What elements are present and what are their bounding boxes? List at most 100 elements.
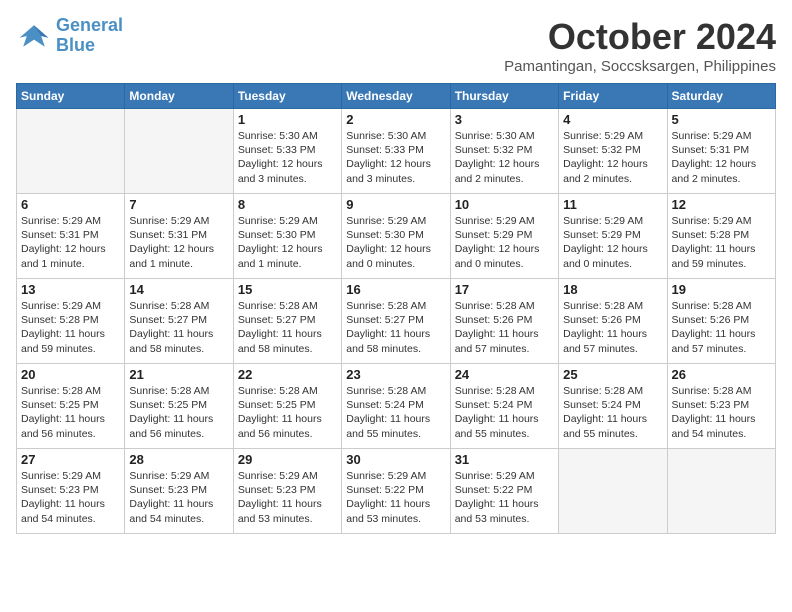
calendar-cell: 12 Sunrise: 5:29 AM Sunset: 5:28 PM Dayli…	[667, 194, 775, 279]
weekday-header-thursday: Thursday	[450, 84, 558, 109]
day-number: 28	[129, 452, 228, 467]
logo-bird-icon	[16, 21, 52, 51]
logo-text: General Blue	[56, 16, 123, 56]
cell-info: Sunrise: 5:28 AM Sunset: 5:26 PM Dayligh…	[563, 299, 662, 356]
calendar-cell: 14 Sunrise: 5:28 AM Sunset: 5:27 PM Dayli…	[125, 279, 233, 364]
day-number: 21	[129, 367, 228, 382]
day-number: 26	[672, 367, 771, 382]
weekday-header-wednesday: Wednesday	[342, 84, 450, 109]
cell-info: Sunrise: 5:28 AM Sunset: 5:25 PM Dayligh…	[129, 384, 228, 441]
cell-info: Sunrise: 5:28 AM Sunset: 5:25 PM Dayligh…	[21, 384, 120, 441]
day-number: 6	[21, 197, 120, 212]
calendar-cell: 5 Sunrise: 5:29 AM Sunset: 5:31 PM Daylig…	[667, 109, 775, 194]
calendar-cell	[17, 109, 125, 194]
week-row-2: 6 Sunrise: 5:29 AM Sunset: 5:31 PM Daylig…	[17, 194, 776, 279]
title-block: October 2024 Pamantingan, Soccsksargen, …	[504, 16, 776, 75]
cell-info: Sunrise: 5:29 AM Sunset: 5:29 PM Dayligh…	[563, 214, 662, 271]
cell-info: Sunrise: 5:28 AM Sunset: 5:27 PM Dayligh…	[238, 299, 337, 356]
day-number: 24	[455, 367, 554, 382]
weekday-header-friday: Friday	[559, 84, 667, 109]
cell-info: Sunrise: 5:29 AM Sunset: 5:23 PM Dayligh…	[238, 469, 337, 526]
calendar-cell: 7Sunrise: 5:29 AM Sunset: 5:31 PM Daylig…	[125, 194, 233, 279]
day-number: 27	[21, 452, 120, 467]
day-number: 18	[563, 282, 662, 297]
cell-info: Sunrise: 5:29 AM Sunset: 5:31 PM Dayligh…	[672, 129, 771, 186]
calendar-cell: 22Sunrise: 5:28 AM Sunset: 5:25 PM Dayli…	[233, 364, 341, 449]
calendar-cell: 3Sunrise: 5:30 AM Sunset: 5:32 PM Daylig…	[450, 109, 558, 194]
day-number: 29	[238, 452, 337, 467]
cell-info: Sunrise: 5:29 AM Sunset: 5:22 PM Dayligh…	[455, 469, 554, 526]
day-number: 30	[346, 452, 445, 467]
calendar-cell: 25 Sunrise: 5:28 AM Sunset: 5:24 PM Dayli…	[559, 364, 667, 449]
day-number: 15	[238, 282, 337, 297]
weekday-header-saturday: Saturday	[667, 84, 775, 109]
day-number: 2	[346, 112, 445, 127]
day-number: 12	[672, 197, 771, 212]
day-number: 11	[563, 197, 662, 212]
calendar-table: SundayMondayTuesdayWednesdayThursdayFrid…	[16, 83, 776, 534]
cell-info: Sunrise: 5:30 AM Sunset: 5:33 PM Dayligh…	[238, 129, 337, 186]
calendar-cell: 28 Sunrise: 5:29 AM Sunset: 5:23 PM Dayli…	[125, 449, 233, 534]
day-number: 17	[455, 282, 554, 297]
calendar-cell: 1 Sunrise: 5:30 AM Sunset: 5:33 PM Daylig…	[233, 109, 341, 194]
cell-info: Sunrise: 5:28 AM Sunset: 5:24 PM Dayligh…	[346, 384, 445, 441]
calendar-cell: 30 Sunrise: 5:29 AM Sunset: 5:22 PM Dayli…	[342, 449, 450, 534]
calendar-cell: 18 Sunrise: 5:28 AM Sunset: 5:26 PM Dayli…	[559, 279, 667, 364]
day-number: 1	[238, 112, 337, 127]
day-number: 20	[21, 367, 120, 382]
cell-info: Sunrise: 5:29 AM Sunset: 5:30 PM Dayligh…	[346, 214, 445, 271]
day-number: 31	[455, 452, 554, 467]
cell-info: Sunrise: 5:28 AM Sunset: 5:24 PM Dayligh…	[563, 384, 662, 441]
cell-info: Sunrise: 5:29 AM Sunset: 5:28 PM Dayligh…	[672, 214, 771, 271]
cell-info: Sunrise: 5:29 AM Sunset: 5:23 PM Dayligh…	[129, 469, 228, 526]
weekday-header-monday: Monday	[125, 84, 233, 109]
calendar-cell	[559, 449, 667, 534]
calendar-cell: 19 Sunrise: 5:28 AM Sunset: 5:26 PM Dayli…	[667, 279, 775, 364]
calendar-cell: 24Sunrise: 5:28 AM Sunset: 5:24 PM Dayli…	[450, 364, 558, 449]
calendar-cell: 9 Sunrise: 5:29 AM Sunset: 5:30 PM Daylig…	[342, 194, 450, 279]
cell-info: Sunrise: 5:28 AM Sunset: 5:26 PM Dayligh…	[455, 299, 554, 356]
calendar-cell: 21 Sunrise: 5:28 AM Sunset: 5:25 PM Dayli…	[125, 364, 233, 449]
calendar-cell: 10Sunrise: 5:29 AM Sunset: 5:29 PM Dayli…	[450, 194, 558, 279]
cell-info: Sunrise: 5:28 AM Sunset: 5:25 PM Dayligh…	[238, 384, 337, 441]
calendar-cell: 15 Sunrise: 5:28 AM Sunset: 5:27 PM Dayli…	[233, 279, 341, 364]
cell-info: Sunrise: 5:28 AM Sunset: 5:27 PM Dayligh…	[346, 299, 445, 356]
day-number: 19	[672, 282, 771, 297]
day-number: 13	[21, 282, 120, 297]
day-number: 5	[672, 112, 771, 127]
week-row-3: 13 Sunrise: 5:29 AM Sunset: 5:28 PM Dayli…	[17, 279, 776, 364]
cell-info: Sunrise: 5:29 AM Sunset: 5:31 PM Dayligh…	[21, 214, 120, 271]
day-number: 9	[346, 197, 445, 212]
cell-info: Sunrise: 5:29 AM Sunset: 5:30 PM Dayligh…	[238, 214, 337, 271]
calendar-cell: 8Sunrise: 5:29 AM Sunset: 5:30 PM Daylig…	[233, 194, 341, 279]
calendar-cell	[667, 449, 775, 534]
day-number: 4	[563, 112, 662, 127]
calendar-cell: 31 Sunrise: 5:29 AM Sunset: 5:22 PM Dayli…	[450, 449, 558, 534]
logo-blue: Blue	[56, 35, 95, 55]
calendar-cell: 13 Sunrise: 5:29 AM Sunset: 5:28 PM Dayli…	[17, 279, 125, 364]
calendar-cell: 11 Sunrise: 5:29 AM Sunset: 5:29 PM Dayli…	[559, 194, 667, 279]
cell-info: Sunrise: 5:30 AM Sunset: 5:32 PM Dayligh…	[455, 129, 554, 186]
calendar-cell: 2 Sunrise: 5:30 AM Sunset: 5:33 PM Daylig…	[342, 109, 450, 194]
cell-info: Sunrise: 5:29 AM Sunset: 5:28 PM Dayligh…	[21, 299, 120, 356]
cell-info: Sunrise: 5:29 AM Sunset: 5:22 PM Dayligh…	[346, 469, 445, 526]
calendar-cell: 23 Sunrise: 5:28 AM Sunset: 5:24 PM Dayli…	[342, 364, 450, 449]
location-title: Pamantingan, Soccsksargen, Philippines	[504, 58, 776, 75]
cell-info: Sunrise: 5:30 AM Sunset: 5:33 PM Dayligh…	[346, 129, 445, 186]
day-number: 7	[129, 197, 228, 212]
calendar-cell: 26 Sunrise: 5:28 AM Sunset: 5:23 PM Dayli…	[667, 364, 775, 449]
week-row-5: 27 Sunrise: 5:29 AM Sunset: 5:23 PM Dayli…	[17, 449, 776, 534]
cell-info: Sunrise: 5:28 AM Sunset: 5:23 PM Dayligh…	[672, 384, 771, 441]
cell-info: Sunrise: 5:28 AM Sunset: 5:26 PM Dayligh…	[672, 299, 771, 356]
month-title: October 2024	[504, 16, 776, 58]
weekday-header-sunday: Sunday	[17, 84, 125, 109]
day-number: 23	[346, 367, 445, 382]
calendar-cell: 20 Sunrise: 5:28 AM Sunset: 5:25 PM Dayli…	[17, 364, 125, 449]
cell-info: Sunrise: 5:28 AM Sunset: 5:27 PM Dayligh…	[129, 299, 228, 356]
page-header: General Blue October 2024 Pamantingan, S…	[16, 16, 776, 75]
calendar-cell: 6 Sunrise: 5:29 AM Sunset: 5:31 PM Daylig…	[17, 194, 125, 279]
calendar-cell: 29 Sunrise: 5:29 AM Sunset: 5:23 PM Dayli…	[233, 449, 341, 534]
calendar-cell: 16Sunrise: 5:28 AM Sunset: 5:27 PM Dayli…	[342, 279, 450, 364]
day-number: 14	[129, 282, 228, 297]
day-number: 25	[563, 367, 662, 382]
